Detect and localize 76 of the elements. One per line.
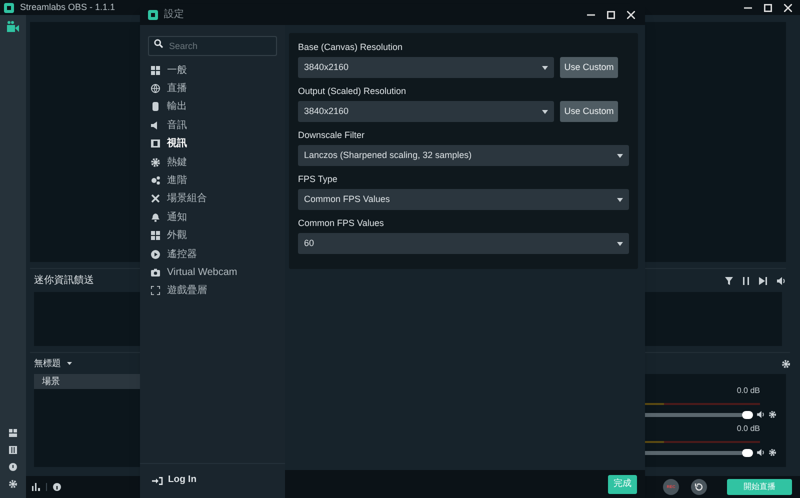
settings-icon[interactable] (9, 480, 17, 488)
settings-nav-item[interactable]: 進階 (151, 171, 285, 190)
settings-icon[interactable] (769, 411, 776, 418)
maximize-icon[interactable] (607, 10, 615, 18)
bell-icon (151, 212, 160, 222)
volume-reading: 0.0 dB (736, 384, 761, 396)
play-icon (151, 250, 160, 259)
settings-nav-item[interactable]: 場景組合 (151, 190, 285, 208)
window-title: Streamlabs OBS - 1.1.1 (20, 0, 116, 14)
select-field[interactable]: 3840x2160 (298, 101, 554, 122)
login-icon (152, 476, 163, 484)
close-icon[interactable] (627, 10, 635, 18)
settings-icon[interactable] (782, 360, 790, 368)
settings-nav-item[interactable]: 輸出 (151, 98, 285, 116)
settings-nav-item[interactable]: 音訊 (151, 116, 285, 135)
camera-icon[interactable] (7, 21, 19, 32)
settings-nav-item[interactable]: 直播 (151, 79, 285, 98)
filter-icon[interactable] (725, 276, 733, 284)
caret-icon (617, 242, 623, 246)
globe-icon (151, 84, 160, 94)
panel-title: 迷你資訊饋送 (33, 274, 94, 288)
select-field[interactable]: Lanczos (Sharpened scaling, 32 samples) (298, 145, 629, 166)
field-label: Output (Scaled) Resolution (298, 85, 408, 98)
columns-icon[interactable] (9, 446, 17, 454)
login-link[interactable]: Log In (168, 473, 196, 488)
dialog-title: 設定 (164, 8, 184, 22)
select-field[interactable]: 60 (298, 233, 629, 254)
settings-icon[interactable] (769, 449, 776, 456)
maximize-icon[interactable] (764, 4, 772, 12)
skip-icon[interactable] (759, 276, 767, 284)
use-custom-button[interactable]: Use Custom (560, 57, 618, 78)
field-label: Common FPS Values (298, 217, 385, 230)
camera-icon (151, 268, 160, 277)
settings-nav-item[interactable]: 遙控器 (151, 244, 285, 264)
stats-icon[interactable] (32, 483, 40, 491)
frame-icon (151, 286, 160, 296)
help-icon[interactable] (9, 463, 17, 471)
field-label: FPS Type (298, 173, 338, 186)
grid-icon (151, 231, 160, 240)
caret-icon (542, 66, 548, 70)
caret-icon[interactable] (67, 362, 72, 365)
grid-icon (151, 66, 160, 75)
close-icon[interactable] (784, 4, 792, 12)
app-logo-icon (148, 10, 158, 20)
use-custom-button[interactable]: Use Custom (560, 101, 618, 122)
app-logo-icon (4, 2, 14, 12)
slider-thumb[interactable] (742, 410, 753, 418)
caret-icon (617, 198, 623, 202)
settings-nav-item[interactable]: 外觀 (151, 226, 285, 245)
settings-nav-item[interactable]: 通知 (151, 208, 285, 227)
field-label: Downscale Filter (298, 129, 366, 142)
field-label: Base (Canvas) Resolution (298, 41, 404, 54)
volume-icon[interactable] (757, 411, 765, 418)
settings-nav-item[interactable]: 視訊 (151, 134, 285, 153)
layout-icon[interactable] (9, 429, 17, 437)
gear-icon (151, 158, 160, 167)
settings-nav-item[interactable]: 熱鍵 (151, 152, 285, 172)
film-icon (151, 139, 160, 148)
volume-icon (151, 120, 160, 130)
settings-nav-item[interactable]: 遊戲疊層 (151, 282, 285, 300)
search-icon (154, 38, 163, 48)
caret-icon (542, 110, 548, 114)
settings-nav-item[interactable]: 一般 (151, 61, 285, 80)
caret-icon (617, 154, 623, 158)
volume-reading: 0.0 dB (736, 422, 761, 434)
settings-nav-item[interactable]: Virtual Webcam (151, 263, 285, 282)
volume-icon[interactable] (777, 276, 786, 284)
pause-icon[interactable] (743, 276, 749, 284)
select-field[interactable]: Common FPS Values (298, 189, 629, 210)
search-field[interactable]: Search (148, 36, 277, 56)
slider-thumb[interactable] (742, 448, 753, 456)
select-field[interactable]: 3840x2160 (298, 57, 554, 78)
info-icon[interactable] (53, 483, 61, 491)
replay-icon[interactable] (691, 479, 707, 495)
scene-collection-name[interactable]: 無標題 (30, 356, 61, 370)
volume-icon[interactable] (757, 449, 765, 456)
